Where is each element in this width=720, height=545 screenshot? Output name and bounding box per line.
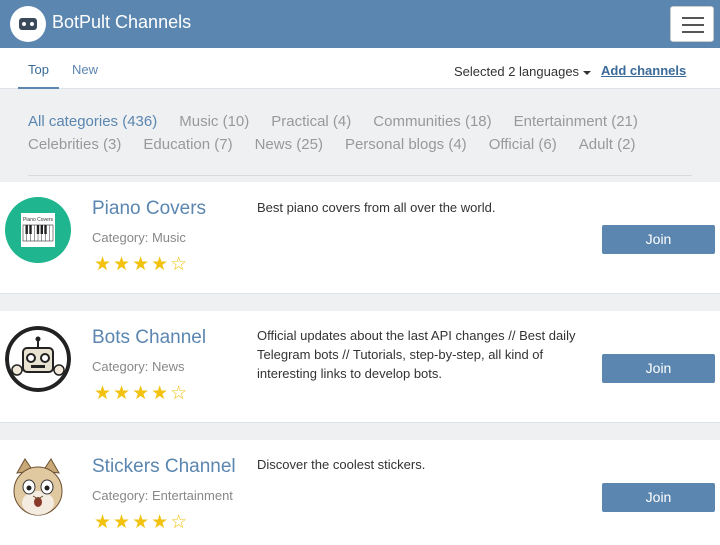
botpult-logo-icon[interactable] xyxy=(10,6,46,42)
channel-name[interactable]: Piano Covers xyxy=(92,198,206,220)
piano-icon: Piano Covers xyxy=(21,213,55,247)
join-button[interactable]: Join xyxy=(602,483,715,512)
category-filter: All categories (436) Music (10) Practical … xyxy=(0,89,720,176)
caret-down-icon xyxy=(583,70,592,75)
category-divider xyxy=(28,175,692,176)
rating-stars: ★★★★☆ xyxy=(94,254,190,275)
join-button[interactable]: Join xyxy=(602,225,715,254)
channel-description: Best piano covers from all over the worl… xyxy=(257,200,496,215)
rating-stars: ★★★★☆ xyxy=(94,383,190,404)
cat-sticker-icon xyxy=(13,458,63,516)
category-row-2: Celebrities (3) Education (7) News (25) Per… xyxy=(28,136,657,153)
channel-name[interactable]: Stickers Channel xyxy=(92,456,236,478)
category-row-1: All categories (436) Music (10) Practical … xyxy=(28,113,660,130)
category-official[interactable]: Official (6) xyxy=(489,136,557,153)
rating-stars: ★★★★☆ xyxy=(94,512,190,533)
hamburger-menu-button[interactable] xyxy=(670,6,714,42)
join-button[interactable]: Join xyxy=(602,354,715,383)
channel-name[interactable]: Bots Channel xyxy=(92,327,206,349)
language-dropdown[interactable]: Selected 2 languages xyxy=(454,64,592,79)
app-title[interactable]: BotPult Channels xyxy=(52,12,191,33)
category-personal-blogs[interactable]: Personal blogs (4) xyxy=(345,136,467,153)
piano-covers-avatar[interactable]: Piano Covers xyxy=(5,197,71,263)
channel-category: Category: News xyxy=(92,359,185,374)
tab-top[interactable]: Top xyxy=(18,48,59,89)
channel-card-bots-channel: Bots Channel Category: News ★★★★☆ Offici… xyxy=(0,311,720,423)
category-entertainment[interactable]: Entertainment (21) xyxy=(514,113,638,130)
category-education[interactable]: Education (7) xyxy=(143,136,232,153)
category-all[interactable]: All categories (436) xyxy=(28,113,157,130)
category-adult[interactable]: Adult (2) xyxy=(579,136,636,153)
category-music[interactable]: Music (10) xyxy=(179,113,249,130)
navbar: BotPult Channels xyxy=(0,0,720,48)
category-practical[interactable]: Practical (4) xyxy=(271,113,351,130)
category-communities[interactable]: Communities (18) xyxy=(373,113,491,130)
channel-category: Category: Entertainment xyxy=(92,488,233,503)
menu-icon xyxy=(682,17,704,19)
language-dropdown-label: Selected 2 languages xyxy=(454,64,580,79)
robot-icon xyxy=(5,326,71,392)
category-celebrities[interactable]: Celebrities (3) xyxy=(28,136,121,153)
category-news[interactable]: News (25) xyxy=(255,136,323,153)
channel-card-stickers-channel: Stickers Channel Category: Entertainment… xyxy=(0,440,720,545)
sub-toolbar: Top New Selected 2 languages Add channel… xyxy=(0,48,720,89)
tab-new[interactable]: New xyxy=(62,48,108,89)
channel-description: Official updates about the last API chan… xyxy=(257,328,576,381)
stickers-channel-avatar[interactable] xyxy=(5,455,71,521)
bots-channel-avatar[interactable] xyxy=(5,326,71,392)
channel-category: Category: Music xyxy=(92,230,186,245)
add-channels-link[interactable]: Add channels xyxy=(601,63,686,78)
channel-description: Discover the coolest stickers. xyxy=(257,457,426,472)
channel-card-piano-covers: Piano Covers Piano Covers Category: Musi… xyxy=(0,182,720,294)
piano-avatar-label: Piano Covers xyxy=(23,217,54,223)
